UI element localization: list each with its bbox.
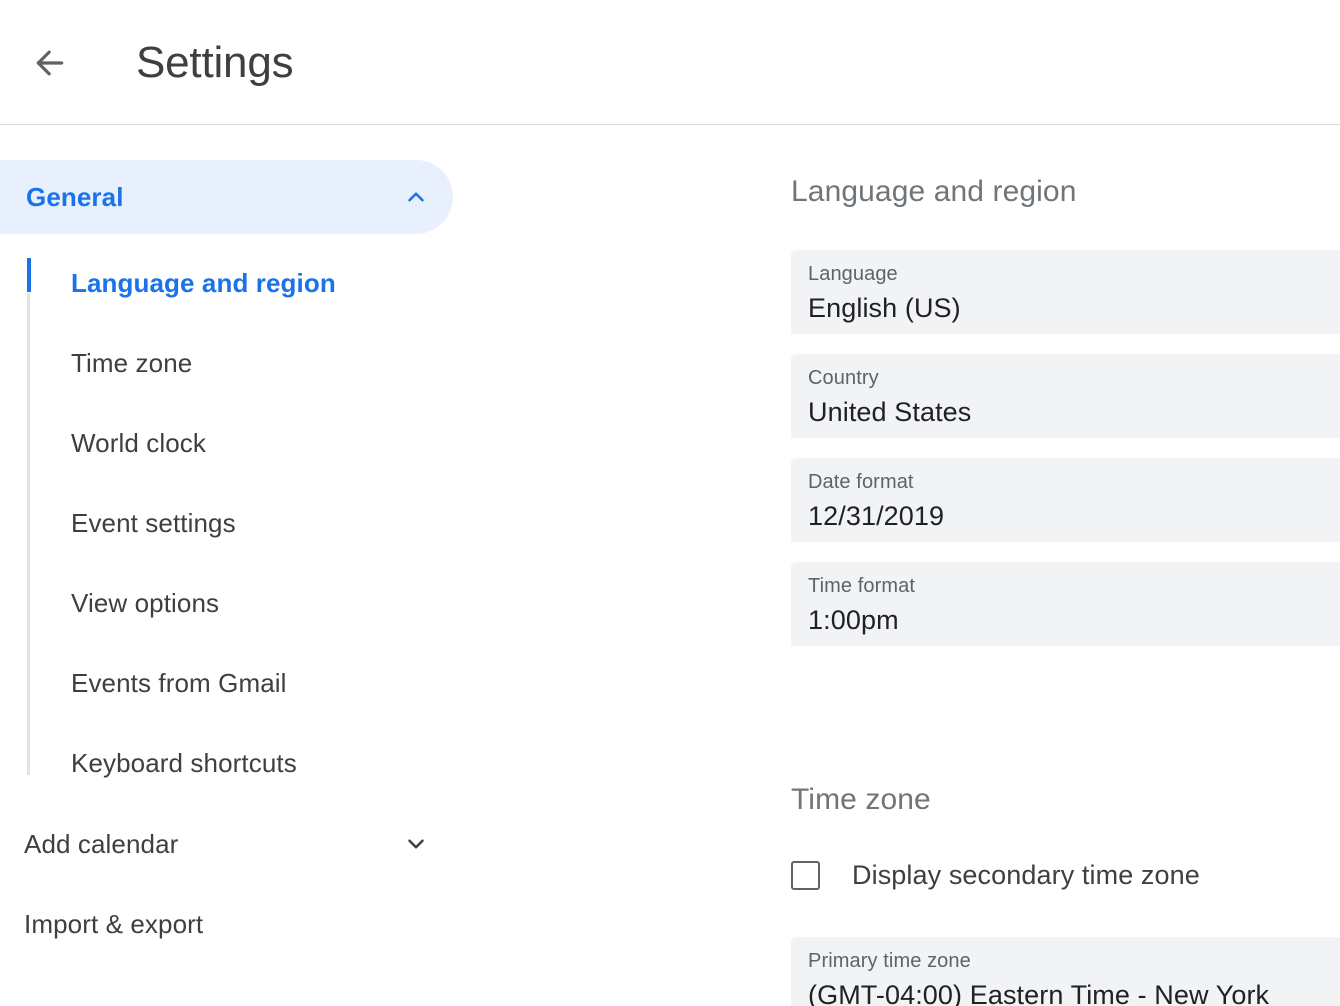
field-time-format-label: Time format: [808, 575, 916, 597]
sidebar-sub-item-label: World clock: [71, 427, 206, 458]
field-country[interactable]: Country United States: [791, 354, 1340, 438]
section-heading-language-and-region: Language and region: [791, 175, 1077, 208]
sidebar-sub-item-label: Event settings: [71, 507, 236, 538]
sidebar-item-language-and-region[interactable]: Language and region: [0, 243, 700, 323]
field-date-format-label: Date format: [808, 471, 914, 493]
chevron-down-icon[interactable]: [401, 829, 431, 859]
sidebar-item-import-export-label: Import & export: [24, 908, 204, 939]
sidebar-item-import-export[interactable]: Import & export: [0, 893, 453, 955]
sidebar-item-add-calendar[interactable]: Add calendar: [0, 813, 453, 875]
sidebar-item-view-options[interactable]: View options: [0, 563, 700, 643]
sidebar-item-general-label: General: [26, 181, 124, 212]
section-heading-time-zone: Time zone: [791, 783, 931, 816]
sidebar-item-add-calendar-label: Add calendar: [24, 828, 179, 859]
field-primary-time-zone-value: (GMT-04:00) Eastern Time - New York: [808, 980, 1270, 1006]
sidebar-item-events-from-gmail[interactable]: Events from Gmail: [0, 643, 700, 723]
page-title: Settings: [136, 38, 294, 87]
field-language-value: English (US): [808, 293, 961, 323]
field-language-label: Language: [808, 263, 898, 285]
sidebar-sub-item-label: Keyboard shortcuts: [71, 747, 297, 778]
sidebar-item-general[interactable]: General: [0, 160, 453, 234]
sidebar-sub-item-label: Language and region: [71, 267, 336, 298]
display-secondary-time-zone-label: Display secondary time zone: [852, 860, 1200, 890]
back-button[interactable]: [22, 38, 78, 88]
display-secondary-time-zone-row[interactable]: Display secondary time zone: [791, 860, 1200, 891]
sidebar-item-time-zone[interactable]: Time zone: [0, 323, 700, 403]
field-language[interactable]: Language English (US): [791, 250, 1340, 334]
field-time-format[interactable]: Time format 1:00pm: [791, 562, 1340, 646]
sidebar-item-keyboard-shortcuts[interactable]: Keyboard shortcuts: [0, 723, 700, 803]
field-primary-time-zone[interactable]: Primary time zone (GMT-04:00) Eastern Ti…: [791, 937, 1340, 1006]
sidebar-item-world-clock[interactable]: World clock: [0, 403, 700, 483]
sidebar-sub-item-label: Events from Gmail: [71, 667, 287, 698]
chevron-up-icon[interactable]: [401, 182, 431, 212]
field-date-format-value: 12/31/2019: [808, 501, 945, 531]
sidebar-item-event-settings[interactable]: Event settings: [0, 483, 700, 563]
settings-page: Settings General Language and region Tim…: [0, 0, 1340, 1006]
sidebar-sub-item-label: View options: [71, 587, 220, 618]
sidebar-sub-item-label: Time zone: [71, 347, 193, 378]
app-header: Settings: [0, 0, 1340, 125]
arrow-left-icon: [30, 43, 70, 83]
display-secondary-time-zone-checkbox[interactable]: [791, 861, 820, 890]
settings-content: Language and region Language English (US…: [760, 125, 1340, 1006]
field-primary-time-zone-label: Primary time zone: [808, 950, 971, 972]
field-date-format[interactable]: Date format 12/31/2019: [791, 458, 1340, 542]
field-time-format-value: 1:00pm: [808, 605, 899, 635]
settings-sidebar: General Language and region Time zone Wo…: [0, 125, 700, 1006]
field-country-value: United States: [808, 397, 972, 427]
sidebar-sub-items: Language and region Time zone World cloc…: [0, 243, 700, 803]
field-country-label: Country: [808, 367, 879, 389]
